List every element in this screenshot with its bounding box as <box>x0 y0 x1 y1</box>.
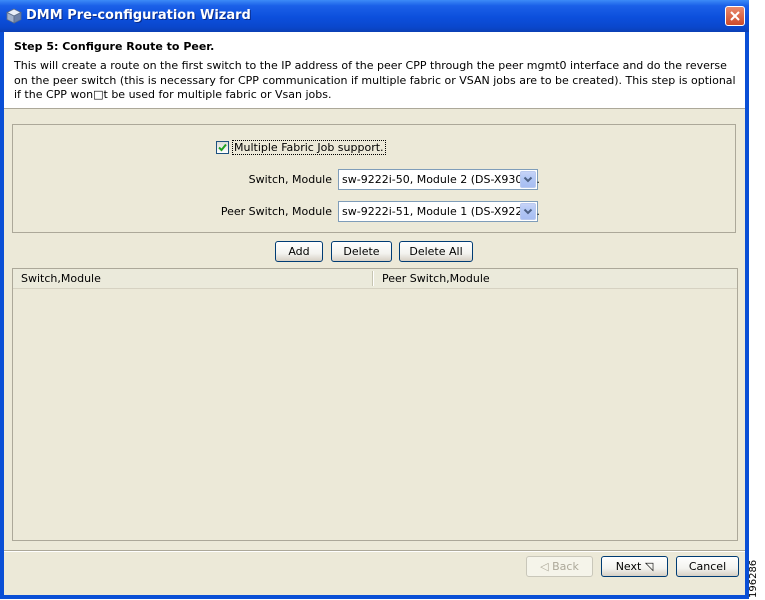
peer-switch-module-select[interactable]: sw-9222i-51, Module 1 (DS-X9222... <box>338 201 540 222</box>
switch-module-dropdown[interactable] <box>520 171 536 188</box>
footer-divider <box>4 550 745 552</box>
chevron-down-icon <box>523 208 533 215</box>
wizard-window: DMM Pre-configuration Wizard Step 5: Con… <box>0 0 749 599</box>
step-title: Step 5: Configure Route to Peer. <box>14 40 215 53</box>
back-button[interactable]: ◁ Back <box>526 556 593 577</box>
table-header: Switch,Module Peer Switch,Module <box>13 269 737 289</box>
next-button[interactable]: Next ◹ <box>601 556 668 577</box>
figure-id-text: 196286 <box>748 559 759 598</box>
route-config-panel: Multiple Fabric Job support. Switch, Mod… <box>12 124 736 233</box>
close-icon <box>730 11 740 21</box>
multi-fabric-label[interactable]: Multiple Fabric Job support. <box>232 140 386 155</box>
add-button[interactable]: Add <box>275 241 323 262</box>
switch-module-value: sw-9222i-50, Module 2 (DS-X9304... <box>342 173 540 186</box>
app-cube-icon <box>6 8 22 24</box>
peer-switch-module-dropdown[interactable] <box>520 203 536 220</box>
delete-button[interactable]: Delete <box>331 241 392 262</box>
step-description: This will create a route on the first sw… <box>14 59 736 101</box>
delete-all-button[interactable]: Delete All <box>399 241 473 262</box>
routes-table[interactable]: Switch,Module Peer Switch,Module <box>12 268 738 541</box>
switch-module-label: Switch, Module <box>248 173 332 186</box>
checkmark-icon <box>218 143 227 152</box>
switch-module-select[interactable]: sw-9222i-50, Module 2 (DS-X9304... <box>338 169 540 190</box>
column-header-switch-module[interactable]: Switch,Module <box>13 269 373 288</box>
figure-id: 196286 <box>748 558 765 600</box>
cancel-button[interactable]: Cancel <box>676 556 739 577</box>
peer-switch-module-label: Peer Switch, Module <box>220 205 332 218</box>
window-title: DMM Pre-configuration Wizard <box>26 8 251 23</box>
title-bar[interactable]: DMM Pre-configuration Wizard <box>0 0 749 32</box>
chevron-down-icon <box>523 176 533 183</box>
peer-switch-module-value: sw-9222i-51, Module 1 (DS-X9222... <box>342 205 540 218</box>
step-header: Step 5: Configure Route to Peer. This wi… <box>4 32 745 109</box>
wizard-body: Step 5: Configure Route to Peer. This wi… <box>4 32 745 595</box>
column-header-peer-switch-module[interactable]: Peer Switch,Module <box>374 269 737 288</box>
close-button[interactable] <box>725 6 745 26</box>
multi-fabric-checkbox[interactable] <box>216 141 229 154</box>
